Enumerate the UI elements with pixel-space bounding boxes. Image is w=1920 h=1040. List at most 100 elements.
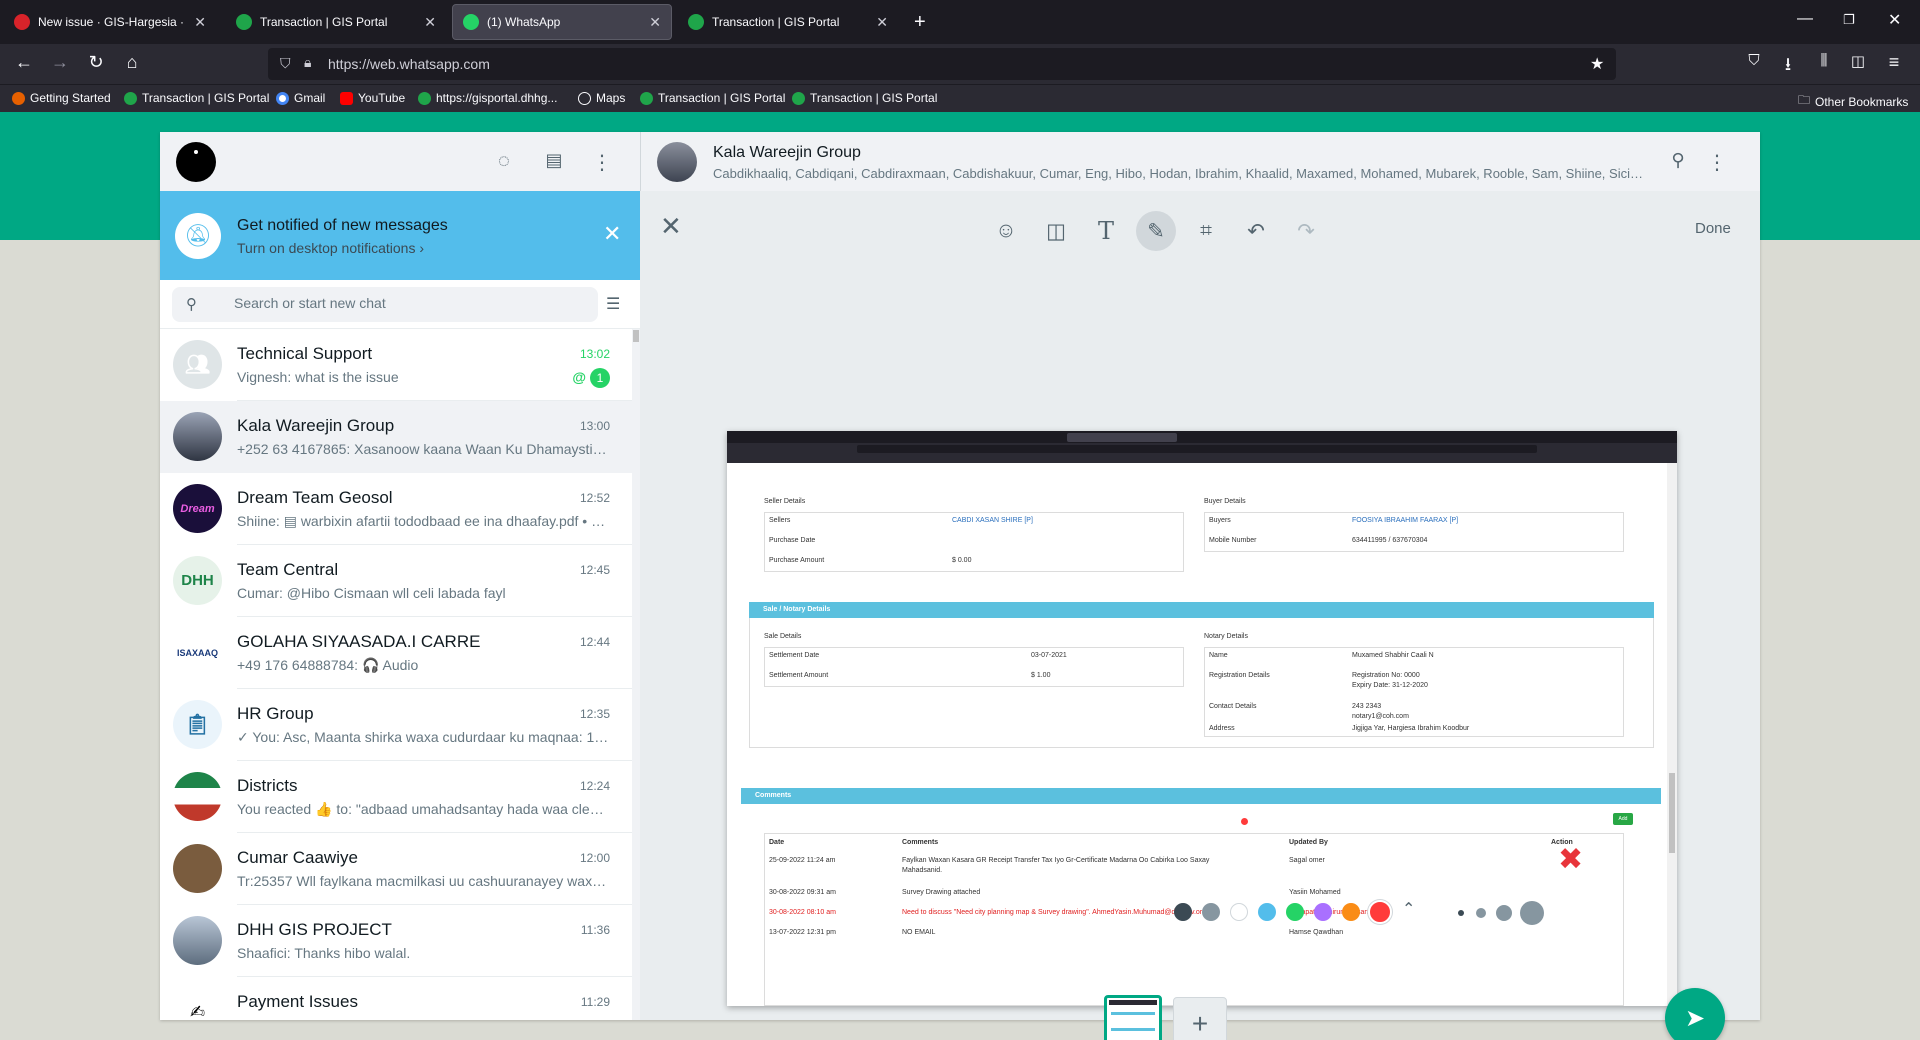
status-icon[interactable]: ◌ [492, 150, 516, 173]
brush-size[interactable] [1476, 908, 1486, 918]
browser-tab[interactable]: Transaction | GIS Portal ✕ [226, 4, 446, 40]
preview-text: CABDI XASAN SHIRE [P] [952, 517, 1033, 524]
chat-name: Technical Support [237, 344, 373, 363]
color-swatch[interactable] [1342, 903, 1360, 921]
preview-text: $ 1.00 [1031, 672, 1051, 679]
notification-link[interactable]: Turn on desktop notifications › [237, 240, 424, 256]
back-icon[interactable]: ← [12, 52, 36, 73]
library-icon[interactable]: ⫼ [1812, 52, 1836, 69]
bookmark-item[interactable]: YouTube [340, 91, 405, 105]
chat-time: 11:36 [580, 923, 610, 937]
send-button[interactable]: ➤ [1665, 988, 1725, 1040]
add-media-button[interactable]: + [1173, 997, 1227, 1040]
sticker-icon[interactable]: ◫ [1036, 211, 1076, 251]
url-bar[interactable]: ⛉ 🔒︎ https://web.whatsapp.com ★ [268, 48, 1616, 80]
forward-icon[interactable]: → [48, 52, 72, 73]
menu-icon[interactable]: ≡ [1882, 52, 1906, 73]
chat-item[interactable]: Dream Dream Team Geosol 12:52 Shiine: ▤ … [160, 473, 632, 545]
chat-item[interactable]: Cumar Caawiye 12:00 Tr:25357 Wll faylkan… [160, 833, 632, 905]
redo-icon[interactable]: ↷ [1286, 211, 1326, 251]
bookmark-star-icon[interactable]: ★ [1590, 54, 1604, 74]
chat-item[interactable]: 📋︎ HR Group 12:35 ✓ You: Asc, Maanta shi… [160, 689, 632, 761]
sidebar-toggle-icon[interactable]: ◫ [1846, 52, 1870, 70]
chat-item-selected[interactable]: Kala Wareejin Group 13:00 +252 63 416786… [160, 401, 632, 473]
notification-banner[interactable]: 🔕︎ Get notified of new messages Turn on … [160, 191, 640, 280]
menu-dots-icon[interactable]: ⋮ [590, 150, 614, 175]
menu-dots-icon[interactable]: ⋮ [1705, 150, 1729, 175]
done-button[interactable]: Done [1695, 220, 1731, 237]
bookmark-item[interactable]: https://gisportal.dhhg... [418, 91, 557, 105]
brush-size[interactable] [1496, 905, 1512, 921]
downloads-icon[interactable]: ⭳ [1776, 52, 1800, 82]
lock-icon[interactable]: 🔒︎ [304, 54, 311, 71]
brush-size[interactable] [1520, 901, 1544, 925]
thumbnail-bar [1111, 1012, 1155, 1015]
chat-item[interactable]: ✍ Payment Issues 11:29 [160, 977, 632, 1020]
bookmark-item[interactable]: Maps [578, 91, 625, 105]
close-editor-icon[interactable]: ✕ [660, 211, 682, 242]
media-thumbnail[interactable] [1104, 995, 1162, 1040]
bookmark-item[interactable]: Getting Started [12, 91, 111, 105]
minimize-icon[interactable]: — [1797, 10, 1813, 28]
text-icon[interactable]: T [1086, 211, 1126, 251]
preview-text: Yasiin Mohamed [1289, 889, 1341, 896]
preview-text: Purchase Date [769, 537, 816, 544]
shield-icon[interactable]: ⛉ [280, 55, 291, 72]
bookmark-item[interactable]: Gmail [276, 91, 325, 105]
chat-item[interactable]: DHH GIS PROJECT 11:36 Shaafici: Thanks h… [160, 905, 632, 977]
bookmark-item[interactable]: Transaction | GIS Portal [640, 91, 785, 105]
close-tab-icon[interactable]: ✕ [424, 14, 436, 31]
chat-list-scrollbar[interactable] [632, 329, 640, 1020]
preview-text: Faylkan Waxan Kasara GR Receipt Transfer… [902, 857, 1210, 864]
color-swatch[interactable] [1230, 903, 1248, 921]
chat-item[interactable]: DHH Team Central 12:45 Cumar: @Hibo Cism… [160, 545, 632, 617]
portal-favicon-icon [236, 14, 252, 30]
chat-item[interactable]: 👥︎ Technical Support 13:02 Vignesh: what… [160, 329, 632, 401]
close-tab-icon[interactable]: ✕ [876, 14, 888, 31]
color-swatch[interactable] [1314, 903, 1332, 921]
browser-tab[interactable]: New issue · GIS-Hargesia · Tean ✕ [4, 4, 216, 40]
chat-name: Cumar Caawiye [237, 848, 358, 867]
filter-icon[interactable]: ☰ [606, 294, 620, 314]
close-window-icon[interactable]: ✕ [1888, 10, 1901, 30]
preview-text: Purchase Amount [769, 557, 825, 564]
chat-time: 12:44 [579, 635, 610, 649]
other-bookmarks[interactable]: 🗀︎ Other Bookmarks [1798, 91, 1908, 112]
bookmark-item[interactable]: Transaction | GIS Portal [124, 91, 269, 105]
new-tab-button[interactable]: + [904, 4, 934, 40]
chat-item[interactable]: Districts 12:24 You reacted 👍 to: "adbaa… [160, 761, 632, 833]
close-icon[interactable]: ✕ [603, 221, 621, 247]
chat-item[interactable]: ISAXAAQ GOLAHA SIYAASADA.I CARRE 12:44 +… [160, 617, 632, 689]
home-icon[interactable]: ⌂ [120, 52, 144, 73]
scrollbar-thumb[interactable] [633, 330, 639, 342]
new-chat-icon[interactable]: ▤ [542, 150, 566, 171]
close-tab-icon[interactable]: ✕ [649, 14, 661, 31]
browser-tab[interactable]: Transaction | GIS Portal ✕ [678, 4, 898, 40]
pencil-icon[interactable]: ✎ [1136, 211, 1176, 251]
group-name[interactable]: Kala Wareejin Group [713, 144, 861, 162]
my-profile-avatar[interactable] [176, 142, 216, 182]
color-swatch[interactable] [1258, 903, 1276, 921]
restore-icon[interactable]: ❐ [1843, 12, 1855, 28]
search-icon[interactable]: ⚲ [1666, 150, 1690, 171]
chat-avatar [173, 772, 222, 821]
group-avatar[interactable] [657, 142, 697, 182]
color-swatch-selected[interactable] [1368, 900, 1392, 924]
color-swatch[interactable] [1202, 903, 1220, 921]
pocket-icon[interactable]: ⛉ [1742, 52, 1766, 69]
search-input[interactable] [234, 295, 564, 311]
reload-icon[interactable]: ↻ [84, 52, 108, 73]
color-swatch[interactable] [1286, 903, 1304, 921]
undo-icon[interactable]: ↶ [1236, 211, 1276, 251]
browser-tab-active[interactable]: (1) WhatsApp ✕ [452, 4, 672, 40]
color-swatch[interactable] [1174, 903, 1192, 921]
search-icon[interactable]: ⚲ [186, 295, 197, 313]
conversation-header[interactable]: Kala Wareejin Group Cabdikhaaliq, Cabdiq… [640, 132, 1760, 191]
brush-size-selected[interactable] [1458, 910, 1464, 916]
thumbnail-bar [1111, 1028, 1155, 1031]
emoji-icon[interactable]: ☺ [986, 211, 1026, 251]
crop-icon[interactable]: ⌗ [1186, 211, 1226, 251]
bookmark-item[interactable]: Transaction | GIS Portal [792, 91, 937, 105]
close-tab-icon[interactable]: ✕ [194, 14, 206, 31]
chevron-up-icon[interactable]: ⌃ [1402, 899, 1415, 919]
